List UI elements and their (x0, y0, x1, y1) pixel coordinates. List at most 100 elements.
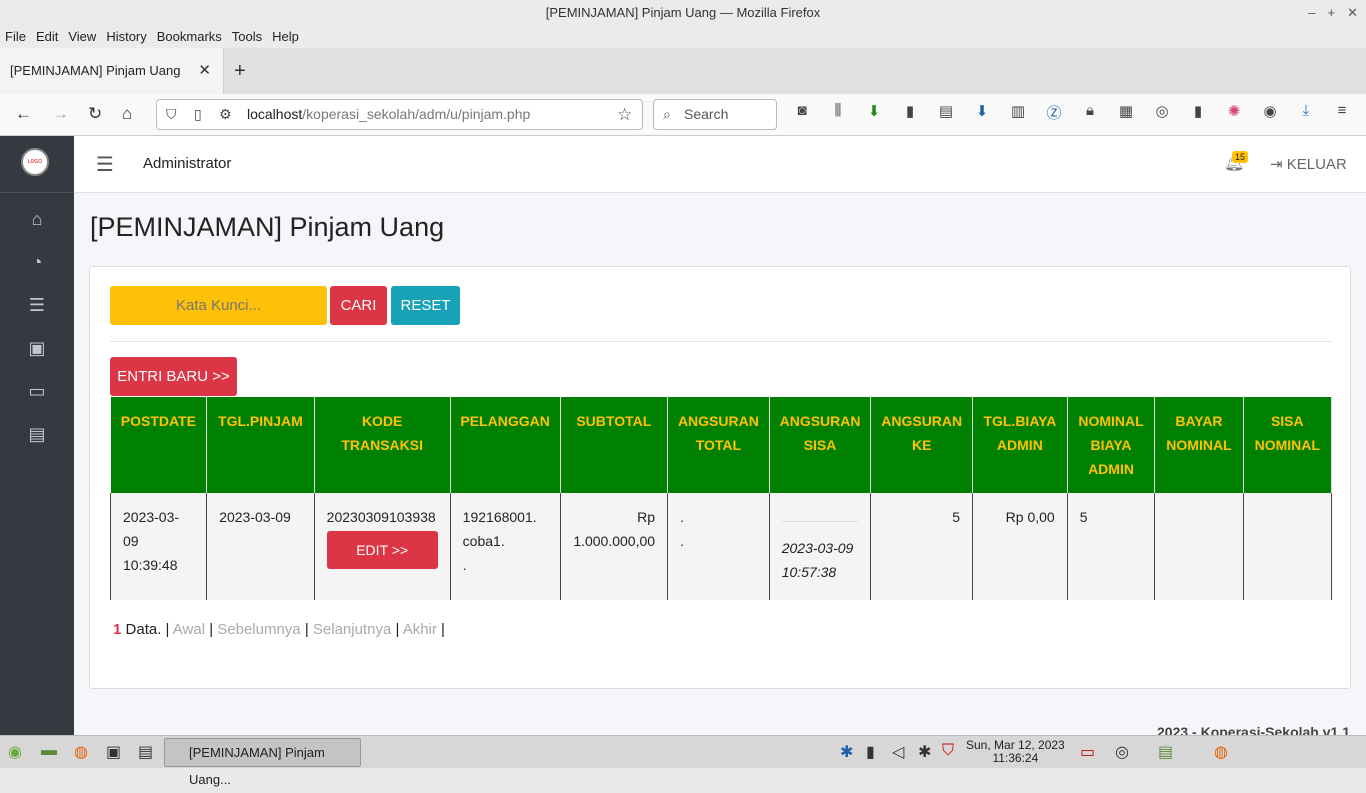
files-task-icon[interactable]: ▤ (1158, 742, 1173, 762)
page-icon: ▯ (194, 106, 202, 122)
firefox-launcher-icon[interactable]: ◍ (74, 742, 88, 762)
search-field[interactable]: ⌕ Search (653, 99, 777, 130)
shield-icon[interactable]: ⛉ (166, 100, 177, 129)
notification-badge: 15 (1232, 151, 1249, 163)
briefcase-icon[interactable]: ▣ (0, 338, 74, 359)
bluetooth-icon[interactable]: ✱ (840, 742, 853, 762)
cell-angsuran-total: . . (667, 493, 770, 600)
col-tgl-biaya-admin: TGL.BIAYA ADMIN (972, 397, 1068, 493)
permissions-icon[interactable]: ⚙ (219, 100, 232, 129)
col-sisa-nominal: SISA NOMINAL (1243, 397, 1332, 493)
page-last-link[interactable]: Akhir (403, 621, 437, 638)
downloads-icon[interactable]: ⤓ (1294, 102, 1318, 123)
reset-button[interactable]: RESET (391, 286, 460, 325)
page-viewport: LOGO ⌂ ◔ ☰ ▣ ▭ ▤ ☰ Administrator 🔔︎ 15 ⇥… (0, 136, 1366, 735)
color-icon[interactable]: ✺ (1222, 102, 1246, 123)
barcode-icon[interactable]: ▥ (1006, 102, 1030, 123)
volume-icon[interactable]: ◁ (892, 742, 904, 762)
cell-angsuran-sisa: 2023-03-09 10:57:38 (769, 493, 872, 600)
cell-kode: 20230309103938 EDIT >> (314, 493, 451, 600)
forward-icon[interactable]: → (52, 104, 69, 124)
menu-bookmarks[interactable]: Bookmarks (152, 26, 227, 48)
network-icon[interactable]: ▮ (866, 742, 875, 762)
bookmark-star-icon[interactable]: ☆ (617, 100, 632, 129)
search-icon: ⌕ (663, 106, 671, 122)
tray-app-icon[interactable]: ◎ (1115, 742, 1129, 762)
search-placeholder: Search (684, 106, 729, 122)
browser-tab[interactable]: [PEMINJAMAN] Pinjam Uang ✕ (0, 48, 224, 94)
download-green-icon[interactable]: ⬇ (862, 102, 886, 123)
cell-tgl-pinjam: 2023-03-09 (206, 493, 315, 600)
home-nav-icon[interactable]: ⌂ (0, 209, 74, 230)
pelanggan-line-2: coba1. (462, 533, 505, 549)
window-titlebar: [PEMINJAMAN] Pinjam Uang — Mozilla Firef… (0, 0, 1366, 26)
menu-history[interactable]: History (101, 26, 151, 48)
menu-view[interactable]: View (63, 26, 101, 48)
sidebar-divider (0, 192, 74, 193)
library-icon[interactable]: ⫼ (826, 102, 850, 123)
qr-icon[interactable]: ▦ (1114, 102, 1138, 123)
minimize-icon[interactable]: – (1308, 0, 1315, 26)
table-header-row: POSTDATE TGL.PINJAM KODE TRANSAKSI PELAN… (110, 397, 1332, 493)
extension2-icon[interactable]: ▮ (1186, 102, 1210, 123)
archive-icon[interactable]: ▤ (0, 424, 74, 445)
bluetooth2-icon[interactable]: ✱ (918, 742, 931, 762)
pocket-icon[interactable]: ◙ (790, 102, 814, 123)
terminal-icon[interactable]: ▣ (106, 742, 121, 762)
home-icon[interactable]: ⌂ (122, 104, 132, 124)
cell-sisa-nominal (1243, 493, 1332, 600)
logout-button[interactable]: ⇥ KELUAR (1270, 155, 1347, 173)
taskbar-window-button[interactable]: [PEMINJAMAN] Pinjam Uang... (164, 738, 361, 787)
dashboard-icon[interactable]: ◔ (0, 252, 74, 273)
kode-text: 20230309103938 (326, 509, 436, 525)
show-desktop-icon[interactable]: ▬ (41, 742, 57, 760)
save-icon[interactable]: ⬇ (970, 102, 994, 123)
menu-tools[interactable]: Tools (227, 26, 267, 48)
close-window-icon[interactable]: ✕ (1347, 0, 1358, 26)
cell-postdate: 2023-03-09 10:39:48 (110, 493, 208, 600)
globe-icon[interactable]: ◎ (1150, 102, 1174, 123)
new-entry-button[interactable]: ENTRI BARU >> (110, 357, 237, 396)
security-icon[interactable]: ⛉ (942, 742, 954, 760)
app-menu-icon[interactable]: ≡ (1330, 102, 1354, 123)
start-menu-icon[interactable]: ◉ (8, 742, 22, 762)
reload-icon[interactable]: ↻ (88, 104, 102, 124)
firefox-task-icon[interactable]: ◍ (1214, 742, 1228, 762)
record-icon[interactable]: ◉ (1258, 102, 1282, 123)
content-card: CARI RESET ENTRI BARU >> POSTDATE TGL.PI… (89, 266, 1351, 689)
lock-icon[interactable]: 🔒︎ (1078, 102, 1102, 123)
brand-logo[interactable]: LOGO (21, 148, 49, 176)
page-first-link[interactable]: Awal (173, 621, 205, 638)
page-prev-link[interactable]: Sebelumnya (217, 621, 300, 638)
menu-edit[interactable]: Edit (31, 26, 63, 48)
sidebar: LOGO ⌂ ◔ ☰ ▣ ▭ ▤ (0, 136, 74, 735)
z-icon[interactable]: Ⓩ (1042, 102, 1066, 123)
loans-table: POSTDATE TGL.PINJAM KODE TRANSAKSI PELAN… (110, 397, 1332, 600)
menu-help[interactable]: Help (267, 26, 304, 48)
page-next-link[interactable]: Selanjutnya (313, 621, 391, 638)
clock[interactable]: Sun, Mar 12, 2023 11:36:24 (966, 739, 1065, 765)
close-tab-icon[interactable]: ✕ (198, 48, 211, 94)
top-navbar: ☰ Administrator 🔔︎ 15 ⇥ KELUAR (74, 136, 1366, 193)
new-tab-icon[interactable]: + (234, 48, 246, 94)
window-title: [PEMINJAMAN] Pinjam Uang — Mozilla Firef… (545, 5, 821, 20)
back-icon[interactable]: ← (15, 104, 32, 124)
table-container[interactable]: POSTDATE TGL.PINJAM KODE TRANSAKSI PELAN… (110, 397, 1332, 600)
url-bar[interactable]: ⛉ ▯ ⚙ localhost/koperasi_sekolah/adm/u/p… (156, 99, 643, 130)
extension-icon[interactable]: ▮ (898, 102, 922, 123)
hamburger-icon[interactable]: ☰ (96, 152, 114, 177)
money-icon[interactable]: ▭ (0, 381, 74, 402)
files-launcher-icon[interactable]: ▤ (138, 742, 153, 762)
maximize-icon[interactable]: + (1328, 0, 1336, 26)
battery-icon[interactable]: ▭ (1080, 742, 1095, 762)
menu-file[interactable]: File (0, 26, 31, 48)
reader-icon[interactable]: ▤ (934, 102, 958, 123)
window-controls: – + ✕ (1308, 0, 1358, 26)
edit-button[interactable]: EDIT >> (326, 531, 438, 569)
col-subtotal: SUBTOTAL (560, 397, 669, 493)
server-icon[interactable]: ☰ (0, 295, 74, 316)
col-angsuran-sisa: ANGSURAN SISA (769, 397, 872, 493)
keyword-input[interactable] (110, 286, 327, 325)
search-button[interactable]: CARI (330, 286, 387, 325)
user-label: Administrator (143, 155, 232, 172)
